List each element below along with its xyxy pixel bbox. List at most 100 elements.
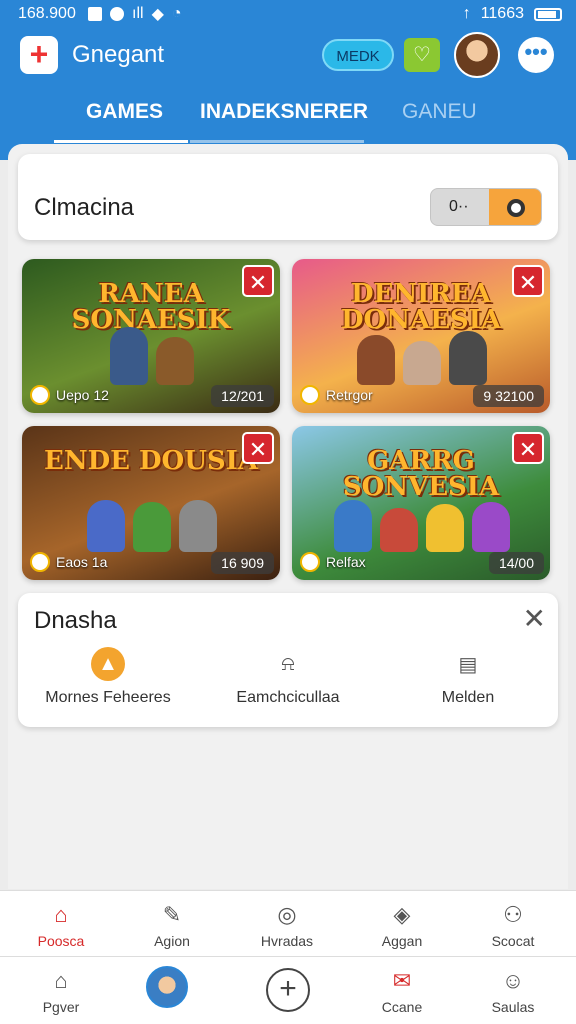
game-footer-label: Eaos 1a [56,554,108,570]
nav-item-pgver[interactable]: ⌂ Pgver [6,967,116,1015]
heart-icon[interactable]: ♡ [404,38,440,72]
game-characters [322,492,522,552]
tab-bar: GAMES INADEKSNERER GANEU [0,96,576,144]
toggle-knob [489,189,541,225]
tab-divider [190,140,364,143]
shortcuts-panel: Dnasha ✕ ▲ Mornes Feheeres ⍾ Eamchcicull… [18,593,558,727]
game-footer: Eaos 1a [30,552,107,572]
nav-label: Agion [154,933,190,949]
nav-item-ccane[interactable]: ✉ Ccane [347,967,457,1015]
wifi-icon: ◔ [171,5,182,22]
edit-icon: ✎ [162,902,182,927]
app-header: 168.900 ıll ◆ ◔ ↑ 11663 + Gnegant MEDK ♡… [0,0,576,160]
status-time: 168.900 [18,5,76,22]
nav-item-aggan[interactable]: ◈ Aggan [347,901,457,949]
filter-card: Clmacina 0·· [18,154,558,240]
profile-avatar[interactable] [454,32,500,78]
status-clock: 11663 [480,5,524,22]
game-footer-label: Uepo 12 [56,387,109,403]
nav-label: Aggan [381,933,423,949]
game-badge: 16 909 [211,552,274,574]
tab-games[interactable]: GAMES [86,100,163,124]
tab-ganeu[interactable]: GANEU [402,100,477,124]
messenger-icon [110,7,124,21]
close-icon[interactable]: ✕ [242,432,274,464]
logo-icon [300,385,320,405]
mail-icon [88,7,102,21]
battery-icon [534,7,562,21]
app-title: Gnegant [72,41,165,68]
game-footer: Relfax [300,552,366,572]
plus-icon[interactable]: + [266,968,310,1012]
panel-item-label: Melden [441,689,495,706]
nav-item-hvradas[interactable]: ◎ Hvradas [232,901,342,949]
more-icon[interactable]: ••• [518,37,554,73]
signal-icon: ıll [132,5,144,22]
nav-label: Saulas [491,999,535,1015]
active-tab-indicator [54,140,188,143]
panel-item[interactable]: ⍾ Eamchcicullaa [198,647,378,707]
flame-icon: ▲ [91,647,125,681]
logo-icon [300,552,320,572]
compass-icon: ◎ [277,902,297,927]
app-bar: + Gnegant MEDK ♡ ••• [0,30,576,80]
filter-label: Clmacina [34,194,135,221]
close-icon[interactable]: ✕ [512,265,544,297]
character [110,327,148,385]
nav-label: Hvradas [260,933,314,949]
logo-icon [30,385,50,405]
game-characters [52,325,252,385]
character [472,502,510,552]
close-icon[interactable]: ✕ [242,265,274,297]
character [87,500,125,552]
close-icon[interactable]: ✕ [512,432,544,464]
character [380,508,418,552]
panel-item-label: Mornes Feheeres [45,689,171,706]
panel-item[interactable]: ▲ Mornes Feheeres [18,647,198,707]
game-footer-label: Relfax [326,554,366,570]
character [334,500,372,552]
character [357,335,395,385]
status-icons: ıll ◆ ◔ [88,4,182,24]
game-card[interactable]: RANEA SONAESIK ✕ Uepo 12 12/201 [22,259,280,413]
people-icon: ⚇ [503,902,523,927]
character [403,341,441,385]
close-icon[interactable]: ✕ [523,605,546,633]
chat-icon: ✉ [392,968,412,993]
nav-label: Poosca [37,933,85,949]
game-card[interactable]: DENIREA DONAESIA ✕ Retrgor 9 32100 [292,259,550,413]
nav-item-poosca[interactable]: ⌂ Poosca [6,901,116,949]
bottom-nav: ⌂ Poosca ✎ Agion ◎ Hvradas ◈ Aggan ⚇ Sco… [0,890,576,956]
logo-icon [30,552,50,572]
character [179,500,217,552]
data-icon: ◆ [151,6,164,23]
character [133,502,171,552]
person-icon: ☺ [501,968,525,993]
game-badge: 14/00 [488,552,544,574]
character [449,331,487,385]
character [426,504,464,552]
game-badge: 12/201 [211,385,274,407]
panel-title: Dnasha [34,607,117,634]
user-avatar[interactable] [146,966,188,1008]
panel-item[interactable]: ▤ Melden [378,647,558,707]
nav-item-scocat[interactable]: ⚇ Scocat [458,901,568,949]
bell-icon: ⍾ [281,652,295,675]
status-bar: 168.900 ıll ◆ ◔ ↑ 11663 [0,0,576,28]
calendar-icon: ▤ [458,653,478,676]
game-characters [52,492,252,552]
game-card[interactable]: GARRG SONVESIA ✕ Relfax 14/00 [292,426,550,580]
nav-item-agion[interactable]: ✎ Agion [117,901,227,949]
toggle-text: 0·· [449,198,469,215]
home-icon: ⌂ [54,902,68,927]
game-card[interactable]: ENDE DOUSIA ✕ Eaos 1a 16 909 [22,426,280,580]
filter-toggle[interactable]: 0·· [430,188,542,226]
tab-inadeksnerer[interactable]: INADEKSNERER [200,100,368,124]
game-footer-label: Retrgor [326,387,373,403]
nav-item-saulas[interactable]: ☺ Saulas [458,967,568,1015]
nav-label: Scocat [491,933,535,949]
panel-item-label: Eamchcicullaa [236,689,340,706]
layers-icon: ◈ [393,902,411,927]
medk-button[interactable]: MEDK [322,39,394,71]
add-button[interactable]: + [20,36,58,74]
